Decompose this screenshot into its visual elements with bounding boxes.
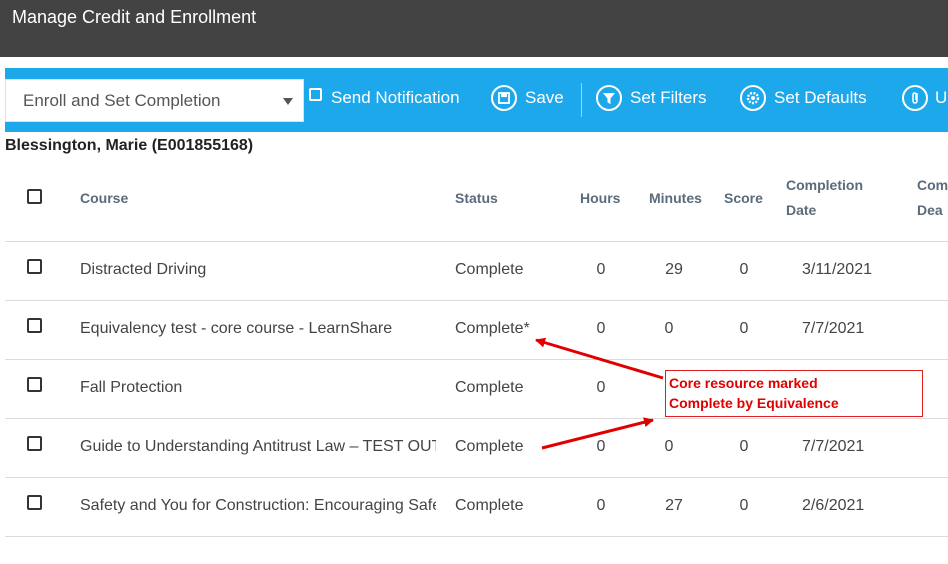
- arrow-from-guide-row: [541, 417, 654, 450]
- annotation-arrows: [535, 337, 664, 450]
- arrow-to-complete-star: [535, 337, 664, 380]
